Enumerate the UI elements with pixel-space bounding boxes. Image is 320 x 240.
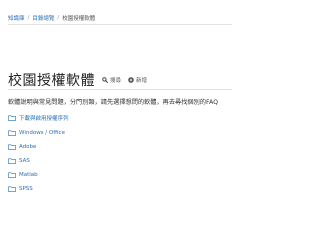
search-label: 搜尋	[110, 78, 122, 84]
folder-label: 下載與啟用授權序列	[19, 116, 69, 122]
breadcrumb-item-knowledge-base[interactable]: 知識庫	[8, 14, 25, 22]
new-label: 新增	[136, 78, 148, 84]
folder-item-matlab[interactable]: Matlab	[8, 172, 38, 178]
header-divider	[8, 89, 232, 90]
breadcrumb-item-current: 校園授權軟體	[62, 16, 96, 22]
folder-icon	[8, 115, 16, 121]
page-header: 校園授權軟體 搜尋 新增	[8, 70, 147, 90]
folder-icon	[8, 186, 16, 192]
folder-label: Matlab	[19, 172, 38, 178]
page-title: 校園授權軟體	[8, 73, 95, 89]
folder-icon	[8, 144, 16, 150]
folder-label: SAS	[19, 158, 30, 164]
folder-item-sas[interactable]: SAS	[8, 158, 30, 164]
breadcrumb: 知識庫 / 目錄總覽 / 校園授權軟體	[8, 14, 95, 22]
page-description: 軟體說明與常見問題，分門別類，請先選擇想問的軟體，再去尋找個別的FAQ	[8, 99, 218, 106]
folder-item-adobe[interactable]: Adobe	[8, 144, 36, 150]
breadcrumb-separator: /	[57, 15, 60, 21]
folder-label: Windows / Office	[19, 130, 65, 136]
new-button[interactable]: 新增	[128, 76, 147, 84]
folder-item-license-download[interactable]: 下載與啟用授權序列	[8, 114, 69, 122]
breadcrumb-separator: /	[27, 15, 30, 21]
folder-icon	[8, 172, 16, 178]
folder-icon	[8, 158, 16, 164]
folder-item-spss[interactable]: SPSS	[8, 186, 33, 192]
search-icon	[102, 77, 108, 83]
folder-label: Adobe	[19, 144, 37, 150]
breadcrumb-divider	[8, 24, 232, 25]
folder-item-windows-office[interactable]: Windows / Office	[8, 130, 65, 136]
search-button[interactable]: 搜尋	[102, 76, 121, 84]
plus-circle-icon	[128, 77, 134, 83]
folder-icon	[8, 130, 16, 136]
folder-label: SPSS	[19, 186, 33, 192]
breadcrumb-item-directory-overview[interactable]: 目錄總覽	[32, 14, 54, 22]
